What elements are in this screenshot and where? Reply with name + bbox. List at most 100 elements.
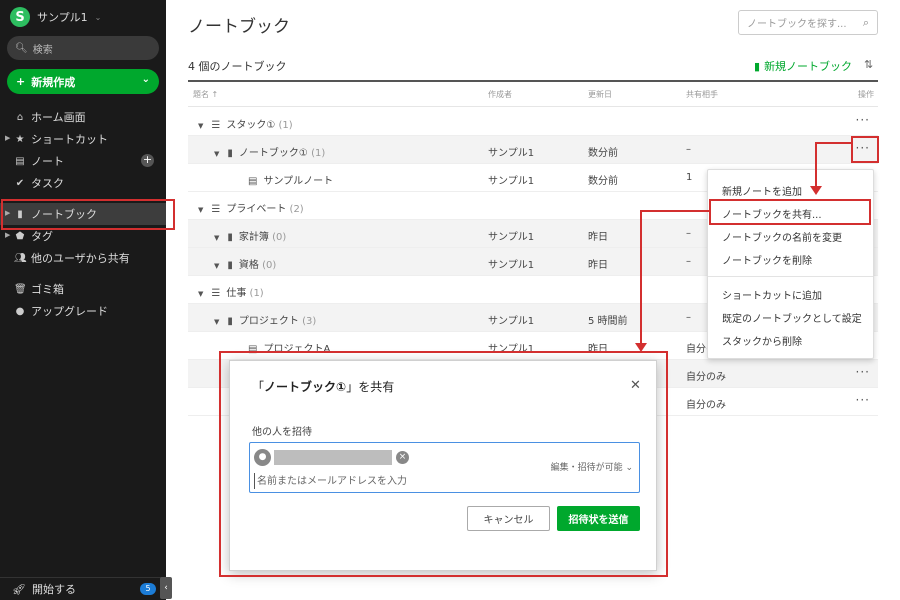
annotation-line xyxy=(640,210,710,212)
row-name: スタック① xyxy=(226,120,276,131)
sidebar-item-shared[interactable]: 👥︎ 他のユーザから共有 xyxy=(0,247,166,269)
menu-item-rename-notebook[interactable]: ノートブックの名前を変更 xyxy=(722,229,842,244)
row-updated: 昨日 xyxy=(588,260,608,271)
row-count: (0) xyxy=(272,232,287,243)
row-count: (1) xyxy=(311,148,326,159)
annotation-line xyxy=(815,142,817,186)
sidebar-item-notes[interactable]: ▤ ノート + xyxy=(0,150,166,172)
annotation-highlight-notebooks xyxy=(1,199,175,230)
notebook-search-input[interactable]: ノートブックを探す... ⌕ xyxy=(738,10,878,35)
get-started-label: 開始する xyxy=(31,583,76,596)
sidebar-item-label: アップグレード xyxy=(31,305,108,318)
row-shared: 自分のみ xyxy=(686,400,726,411)
row-name: プロジェクト xyxy=(238,316,299,327)
add-note-icon[interactable]: + xyxy=(141,154,154,167)
expand-arrow-icon[interactable]: ▼ xyxy=(214,262,219,270)
row-count: (1) xyxy=(278,120,293,131)
rocket-icon: 🚀︎ xyxy=(12,582,26,596)
sidebar-item-upgrade[interactable]: ● アップグレード xyxy=(0,300,166,322)
get-started-badge: 5 xyxy=(140,583,156,595)
collapse-sidebar-button[interactable]: ‹ xyxy=(160,577,172,599)
notebook-context-menu: 新規ノートを追加 ノートブックを共有... ノートブックの名前を変更 ノートブッ… xyxy=(707,169,874,359)
row-name: 家計簿 xyxy=(238,232,269,243)
search-icon: 🔍︎ xyxy=(15,42,28,54)
menu-item-delete-notebook[interactable]: ノートブックを削除 xyxy=(722,252,812,267)
expand-arrow-icon[interactable]: ▶ xyxy=(5,134,10,142)
annotation-highlight-more xyxy=(851,136,879,163)
row-creator: サンプル1 xyxy=(488,176,535,187)
stack-row[interactable]: ▼ ☰ スタック① (1) ··· xyxy=(188,108,878,136)
menu-item-add-note[interactable]: 新規ノートを追加 xyxy=(722,183,802,198)
stack-icon: ☰ xyxy=(211,120,221,131)
column-header-updated[interactable]: 更新日 xyxy=(588,89,612,100)
expand-arrow-icon[interactable]: ▼ xyxy=(198,290,203,298)
column-header-shared[interactable]: 共有相手 xyxy=(686,89,718,100)
row-creator: サンプル1 xyxy=(488,148,535,159)
sidebar-item-label: ホーム画面 xyxy=(31,111,86,124)
new-notebook-icon: ▮ xyxy=(754,59,761,73)
row-updated: 数分前 xyxy=(588,176,618,187)
row-shared: – xyxy=(686,312,691,323)
account-switcher[interactable]: S サンプル1 ⌄ xyxy=(10,6,101,28)
stack-icon: ☰ xyxy=(211,204,221,215)
row-shared: – xyxy=(686,144,691,155)
sidebar-item-trash[interactable]: 🗑︎ ゴミ箱 xyxy=(0,278,166,300)
notebook-count: 4 個のノートブック xyxy=(188,60,287,73)
sidebar-item-home[interactable]: ⌂ ホーム画面 xyxy=(0,106,166,128)
expand-arrow-icon[interactable]: ▼ xyxy=(214,234,219,242)
note-icon: ▤ xyxy=(15,155,25,167)
column-header-name[interactable]: 題名 ↑ xyxy=(193,89,218,100)
notebook-icon: ▮ xyxy=(227,316,233,327)
row-updated: 5 時間前 xyxy=(588,316,628,327)
sidebar: S サンプル1 ⌄ 🔍︎ 検索 + 新規作成 ⌄ ⌂ ホーム画面 ▶ ★ ショー… xyxy=(0,0,166,600)
row-name: サンプルノート xyxy=(263,176,334,187)
annotation-highlight-dialog xyxy=(219,351,668,577)
annotation-highlight-share xyxy=(709,199,871,225)
new-button[interactable]: + 新規作成 ⌄ xyxy=(7,69,159,94)
row-shared: 1 xyxy=(686,172,693,183)
menu-item-remove-from-stack[interactable]: スタックから削除 xyxy=(722,333,802,348)
sidebar-item-label: タスク xyxy=(31,177,64,190)
get-started[interactable]: 🚀︎ 開始する 5 xyxy=(0,577,166,600)
column-header-creator[interactable]: 作成者 xyxy=(488,89,512,100)
check-circle-icon: ✔ xyxy=(15,177,25,189)
sort-icon[interactable]: ⇅ xyxy=(864,58,873,71)
expand-arrow-icon[interactable]: ▼ xyxy=(198,206,203,214)
stack-icon: ☰ xyxy=(211,288,221,299)
sidebar-item-shortcuts[interactable]: ▶ ★ ショートカット xyxy=(0,128,166,150)
row-count: (3) xyxy=(302,316,317,327)
sidebar-item-label: タグ xyxy=(31,230,53,243)
menu-item-set-default[interactable]: 既定のノートブックとして設定 xyxy=(722,310,862,325)
expand-arrow-icon[interactable]: ▼ xyxy=(214,150,219,158)
row-creator: サンプル1 xyxy=(488,260,535,271)
chevron-down-icon: ⌄ xyxy=(94,12,102,22)
notebook-row[interactable]: ▼ ▮ ノートブック① (1) サンプル1 数分前 – ··· xyxy=(188,136,878,164)
home-icon: ⌂ xyxy=(16,111,24,123)
row-shared: 自分のみ xyxy=(686,372,726,383)
note-icon: ▤ xyxy=(248,176,258,187)
new-notebook-button[interactable]: ▮ 新規ノートブック xyxy=(754,58,852,74)
row-creator: サンプル1 xyxy=(488,316,535,327)
more-actions-icon[interactable]: ··· xyxy=(856,393,870,407)
column-header-actions: 操作 xyxy=(858,90,874,99)
row-shared: – xyxy=(686,256,691,267)
header-divider xyxy=(188,80,878,82)
sidebar-search[interactable]: 🔍︎ 検索 xyxy=(7,36,159,60)
notebook-icon: ▮ xyxy=(227,232,233,243)
expand-arrow-icon[interactable]: ▼ xyxy=(214,318,219,326)
plus-icon: + xyxy=(16,75,26,88)
expand-arrow-icon[interactable]: ▶ xyxy=(5,231,10,239)
trash-icon: 🗑︎ xyxy=(14,283,27,295)
more-actions-icon[interactable]: ··· xyxy=(856,365,870,379)
row-count: (1) xyxy=(249,288,264,299)
sidebar-search-label: 検索 xyxy=(32,44,53,56)
expand-arrow-icon[interactable]: ▼ xyxy=(198,122,203,130)
sidebar-item-tasks[interactable]: ✔ タスク xyxy=(0,172,166,194)
users-icon: 👥︎ xyxy=(14,252,27,264)
annotation-arrow-icon xyxy=(635,343,647,352)
row-count: (2) xyxy=(289,204,304,215)
chevron-down-icon: ⌄ xyxy=(141,74,150,85)
menu-item-add-shortcut[interactable]: ショートカットに追加 xyxy=(722,287,822,302)
more-actions-icon[interactable]: ··· xyxy=(856,113,870,127)
row-name: 仕事 xyxy=(226,288,247,299)
